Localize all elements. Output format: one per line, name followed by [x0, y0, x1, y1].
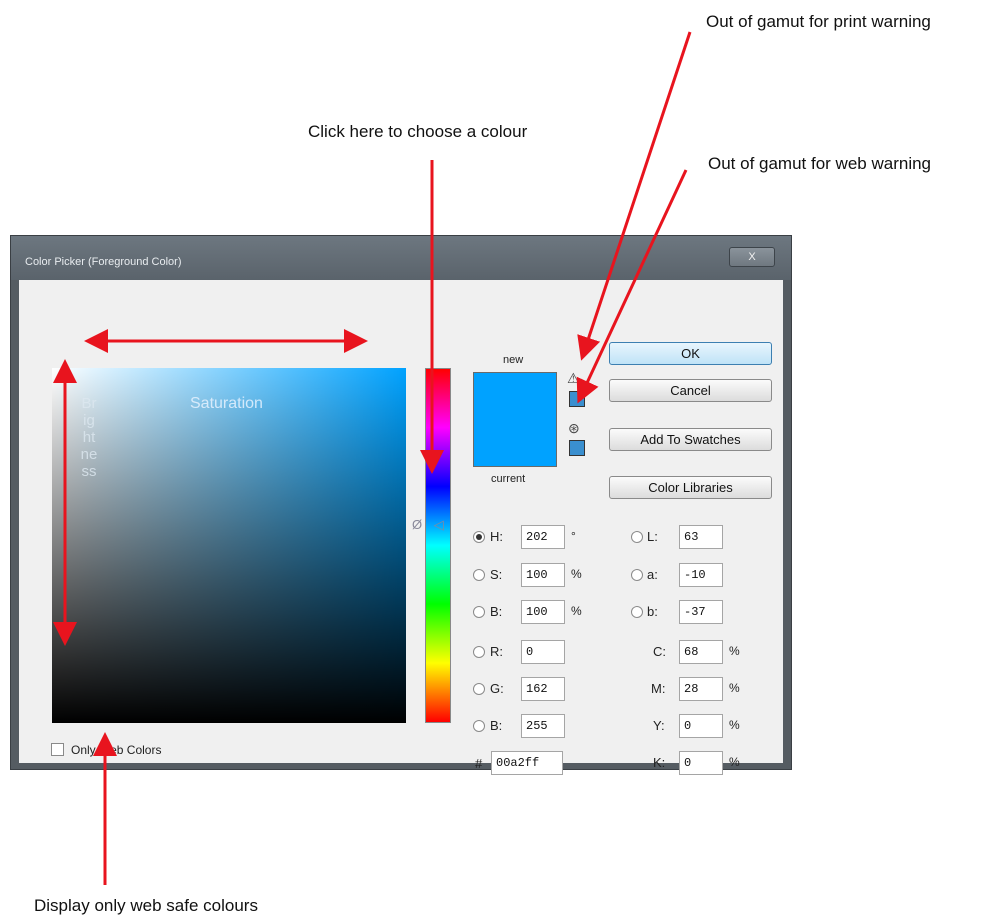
ok-button[interactable]: OK	[609, 342, 772, 365]
magenta-field[interactable]: 28	[679, 677, 723, 701]
saturation-field-label: S:	[490, 567, 503, 582]
radio-saturation[interactable]	[473, 569, 485, 581]
magenta-label: M:	[651, 681, 666, 696]
green-label: G:	[490, 681, 504, 696]
saturation-unit: %	[571, 567, 582, 581]
dialog-body: Saturation Ø ◁ new current ⚠ ⊛ OK Cancel…	[19, 280, 783, 775]
web-gamut-warning-swatch[interactable]	[569, 440, 585, 456]
radio-b[interactable]	[631, 606, 643, 618]
radio-hue[interactable]	[473, 531, 485, 543]
brightness-unit: %	[571, 604, 582, 618]
annotation-web-warning: Out of gamut for web warning	[708, 154, 932, 173]
b-field[interactable]: -37	[679, 600, 723, 624]
brightness-field-label: B:	[490, 604, 503, 619]
green-field[interactable]: 162	[521, 677, 565, 701]
radio-red[interactable]	[473, 646, 485, 658]
annotation-choose-colour: Click here to choose a colour	[308, 122, 528, 141]
cancel-button[interactable]: Cancel	[609, 379, 772, 402]
saturation-brightness-field[interactable]: Saturation	[52, 368, 406, 723]
radio-green[interactable]	[473, 683, 485, 695]
title-bar[interactable]: Color Picker (Foreground Color) X	[11, 236, 791, 280]
only-web-colors-label: Only Web Colors	[71, 743, 162, 757]
hue-slider-marker[interactable]: Ø ◁	[412, 517, 448, 533]
blue-label: B:	[490, 718, 503, 733]
saturation-label: Saturation	[190, 395, 263, 412]
cyan-label: C:	[653, 644, 666, 659]
b-label: b:	[647, 604, 658, 619]
close-button[interactable]: X	[729, 247, 775, 267]
only-web-colors-checkbox[interactable]	[51, 743, 64, 756]
hex-field[interactable]: 00a2ff	[491, 751, 563, 775]
yellow-label: Y:	[653, 718, 665, 733]
lightness-label: L:	[647, 529, 658, 544]
black-unit: %	[729, 755, 740, 769]
saturation-field[interactable]: 100	[521, 563, 565, 587]
cyan-unit: %	[729, 644, 740, 658]
hue-unit: °	[571, 529, 576, 543]
radio-brightness[interactable]	[473, 606, 485, 618]
window-title: Color Picker (Foreground Color)	[25, 256, 182, 268]
hue-label: H:	[490, 529, 503, 544]
black-field[interactable]: 0	[679, 751, 723, 775]
black-label: K:	[653, 755, 666, 770]
cube-icon: ⊛	[568, 420, 580, 436]
current-color-swatch[interactable]	[473, 418, 557, 467]
a-label: a:	[647, 567, 658, 582]
new-color-label: new	[503, 354, 524, 366]
red-label: R:	[490, 644, 503, 659]
a-field[interactable]: -10	[679, 563, 723, 587]
annotation-web-safe: Display only web safe colours	[34, 896, 258, 915]
color-picker-dialog: Color Picker (Foreground Color) X Satura…	[10, 235, 792, 775]
radio-blue[interactable]	[473, 720, 485, 732]
brightness-field[interactable]: 100	[521, 600, 565, 624]
warning-triangle-icon: ⚠	[567, 370, 580, 386]
color-libraries-button[interactable]: Color Libraries	[609, 476, 772, 499]
current-color-label: current	[491, 473, 526, 485]
red-field[interactable]: 0	[521, 640, 565, 664]
add-to-swatches-button[interactable]: Add To Swatches	[609, 428, 772, 451]
blue-field[interactable]: 255	[521, 714, 565, 738]
radio-a[interactable]	[631, 569, 643, 581]
yellow-unit: %	[729, 718, 740, 732]
annotation-print-warning: Out of gamut for print warning	[706, 12, 931, 31]
print-gamut-warning-swatch[interactable]	[569, 391, 585, 407]
cyan-field[interactable]: 68	[679, 640, 723, 664]
magenta-unit: %	[729, 681, 740, 695]
hex-label: #	[475, 756, 483, 771]
lightness-field[interactable]: 63	[679, 525, 723, 549]
hue-field[interactable]: 202	[521, 525, 565, 549]
brightness-label: Brightness	[80, 395, 98, 480]
radio-lightness[interactable]	[631, 531, 643, 543]
yellow-field[interactable]: 0	[679, 714, 723, 738]
hue-slider[interactable]	[425, 368, 451, 723]
new-color-swatch	[473, 372, 557, 419]
